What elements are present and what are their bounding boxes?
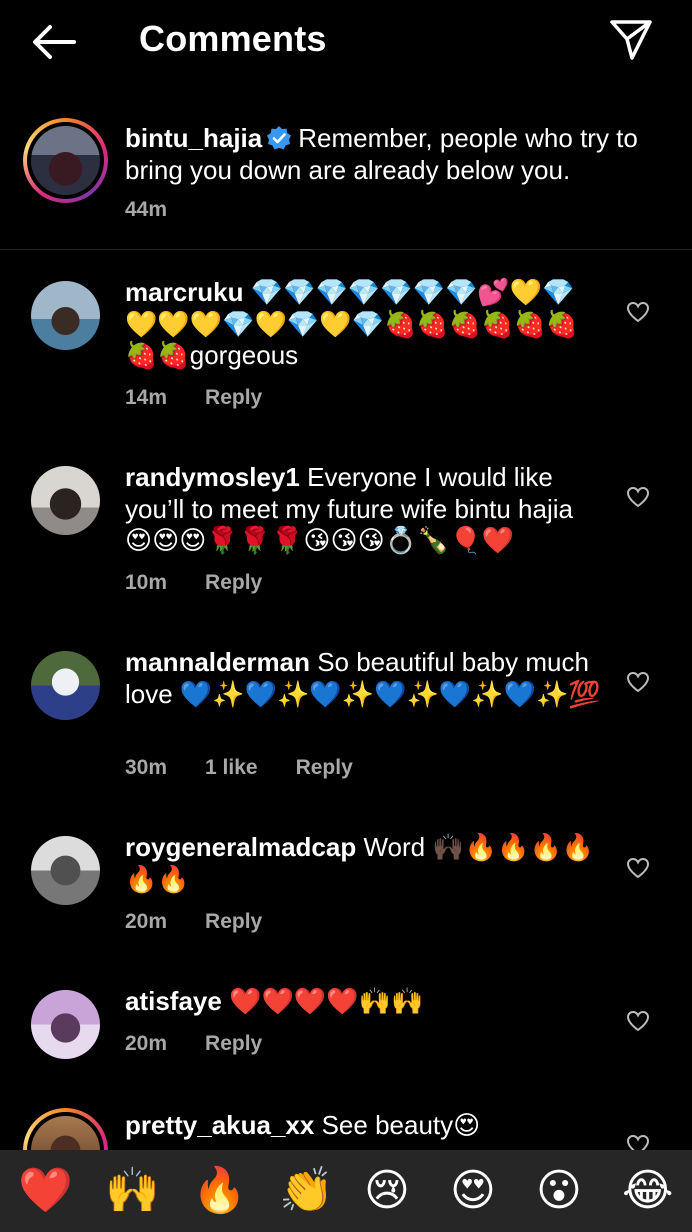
comment-username[interactable]: mannalderman [125, 647, 310, 677]
reaction-heart-eyes-icon[interactable]: 😍 [450, 1156, 496, 1226]
reply-button[interactable]: Reply [296, 756, 353, 779]
comment-meta: 20m Reply [125, 1032, 300, 1056]
reaction-surprised-icon[interactable]: 😮 [536, 1156, 582, 1226]
reaction-crying-icon[interactable]: 😢 [364, 1156, 410, 1226]
reaction-raised-hands-icon[interactable]: 🙌 [105, 1156, 160, 1226]
comment-time: 14m [125, 386, 168, 409]
back-arrow-icon[interactable] [30, 22, 78, 62]
commenter-avatar[interactable] [31, 990, 100, 1059]
reply-button[interactable]: Reply [205, 1032, 262, 1055]
caption-avatar[interactable] [23, 118, 108, 203]
comment-text: mannalderman So beautiful baby much love… [125, 647, 605, 710]
comment-time: 10m [125, 571, 168, 594]
commenter-avatar[interactable] [31, 281, 100, 350]
like-heart-icon[interactable] [626, 857, 650, 879]
comment-body: See beauty😍 [321, 1110, 481, 1140]
comment-username[interactable]: roygeneralmadcap [125, 832, 356, 862]
page-title: Comments [139, 18, 327, 59]
like-count[interactable]: 1 like [205, 756, 258, 779]
comment-time: 20m [125, 1032, 168, 1055]
quick-reactions-bar: ❤️ 🙌 🔥 👏 😢 😍 😮 😂 [0, 1150, 692, 1232]
comment-text: pretty_akua_xx See beauty😍 [125, 1110, 605, 1142]
reaction-heart-icon[interactable]: ❤️ [18, 1156, 73, 1226]
like-heart-icon[interactable] [626, 301, 650, 323]
reaction-clap-icon[interactable]: 👏 [279, 1156, 334, 1226]
reply-button[interactable]: Reply [205, 910, 262, 933]
like-heart-icon[interactable] [626, 671, 650, 693]
like-heart-icon[interactable] [626, 486, 650, 508]
reaction-laughing-icon[interactable]: 😂 [622, 1156, 673, 1226]
caption-username[interactable]: bintu_hajia [125, 123, 262, 153]
share-send-icon[interactable] [608, 18, 654, 62]
verified-badge-icon [267, 126, 292, 150]
reply-button[interactable]: Reply [205, 571, 262, 594]
comment-meta: 20m Reply [125, 910, 300, 934]
caption-text: bintu_hajia Remember, people who try to b… [125, 122, 645, 186]
comment-username[interactable]: randymosley1 [125, 462, 300, 492]
commenter-avatar[interactable] [31, 466, 100, 535]
reply-button[interactable]: Reply [205, 386, 262, 409]
comment-meta: 10m Reply [125, 571, 300, 595]
comment-username[interactable]: atisfaye [125, 986, 222, 1016]
header-bar: Comments [0, 0, 692, 82]
like-heart-icon[interactable] [626, 1010, 650, 1032]
comment-text: roygeneralmadcap Word 🙌🏿🔥🔥🔥🔥🔥🔥 [125, 832, 605, 895]
comment-meta: 30m 1 like Reply [125, 756, 391, 780]
commenter-avatar[interactable] [31, 836, 100, 905]
comment-text: atisfaye ❤️❤️❤️❤️🙌🙌 [125, 986, 605, 1018]
comment-time: 20m [125, 910, 168, 933]
comment-text: marcruku 💎💎💎💎💎💎💎💕💛💎💛💛💛💎💛💎💛💎🍓🍓🍓🍓🍓🍓🍓🍓gorge… [125, 277, 605, 372]
reaction-fire-icon[interactable]: 🔥 [192, 1156, 247, 1226]
comment-text: randymosley1 Everyone I would like you’l… [125, 462, 605, 557]
post-caption: bintu_hajia Remember, people who try to b… [0, 108, 692, 250]
comment-time: 30m [125, 756, 168, 779]
caption-time: 44m [125, 198, 168, 221]
comment-body: ❤️❤️❤️❤️🙌🙌 [229, 986, 424, 1016]
comment-meta: 14m Reply [125, 386, 300, 410]
comment-username[interactable]: marcruku [125, 277, 244, 307]
comment-username[interactable]: pretty_akua_xx [125, 1110, 314, 1140]
commenter-avatar[interactable] [31, 651, 100, 720]
